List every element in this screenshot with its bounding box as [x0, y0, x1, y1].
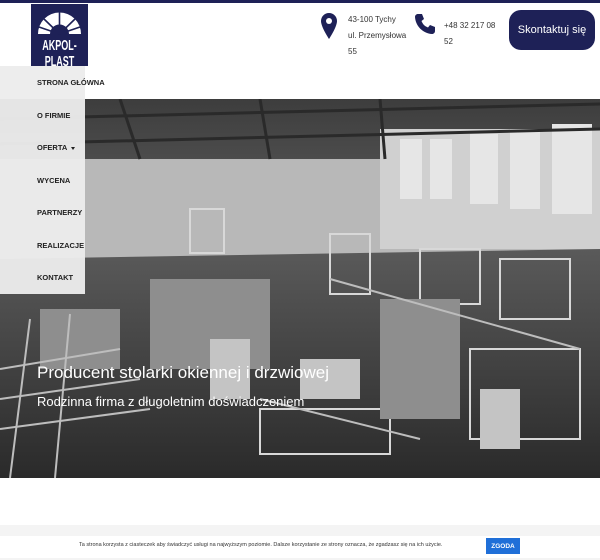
- factory-hall-photo: [0, 99, 600, 478]
- phone-number[interactable]: +48 32 217 08 52: [444, 18, 498, 50]
- nav-item-realizations[interactable]: REALIZACJE: [37, 241, 84, 250]
- nav-item-partners[interactable]: PARTNERZY: [37, 208, 82, 217]
- hero-banner: Producent stolarki okiennej i drzwiowej …: [0, 99, 600, 478]
- main-navigation: STRONA GŁÓWNA O FIRMIE OFERTA WYCENA PAR…: [0, 66, 105, 294]
- cookie-accept-button[interactable]: ZGODA: [486, 538, 520, 554]
- address-line-2: ul. Przemysłowa 55: [348, 31, 407, 56]
- cookie-notice-text: Ta strona korzysta z ciasteczek aby świa…: [79, 542, 443, 548]
- hero-subtitle: Rodzinna firma z długoletnim doświadczen…: [37, 394, 305, 409]
- contact-button[interactable]: Skontaktuj się: [509, 10, 595, 50]
- nav-item-about[interactable]: O FIRMIE: [37, 111, 70, 120]
- company-address: 43-100 Tychy ul. Przemysłowa 55: [348, 12, 410, 60]
- chevron-down-icon: [71, 146, 76, 150]
- top-accent-line: [0, 0, 600, 3]
- address-line-1: 43-100 Tychy: [348, 15, 396, 24]
- hero-title: Producent stolarki okiennej i drzwiowej: [37, 363, 329, 382]
- nav-item-offer[interactable]: OFERTA: [37, 143, 76, 152]
- phone-icon: [415, 14, 435, 34]
- company-logo[interactable]: AKPOL-PLAST: [31, 4, 88, 69]
- logo-text: AKPOL-PLAST: [42, 37, 77, 69]
- nav-item-home[interactable]: STRONA GŁÓWNA: [37, 78, 105, 87]
- window-arch-logo-icon: [38, 12, 81, 35]
- nav-item-quote[interactable]: WYCENA: [37, 176, 70, 185]
- nav-item-contact[interactable]: KONTAKT: [37, 273, 73, 282]
- location-pin-icon: [321, 13, 337, 39]
